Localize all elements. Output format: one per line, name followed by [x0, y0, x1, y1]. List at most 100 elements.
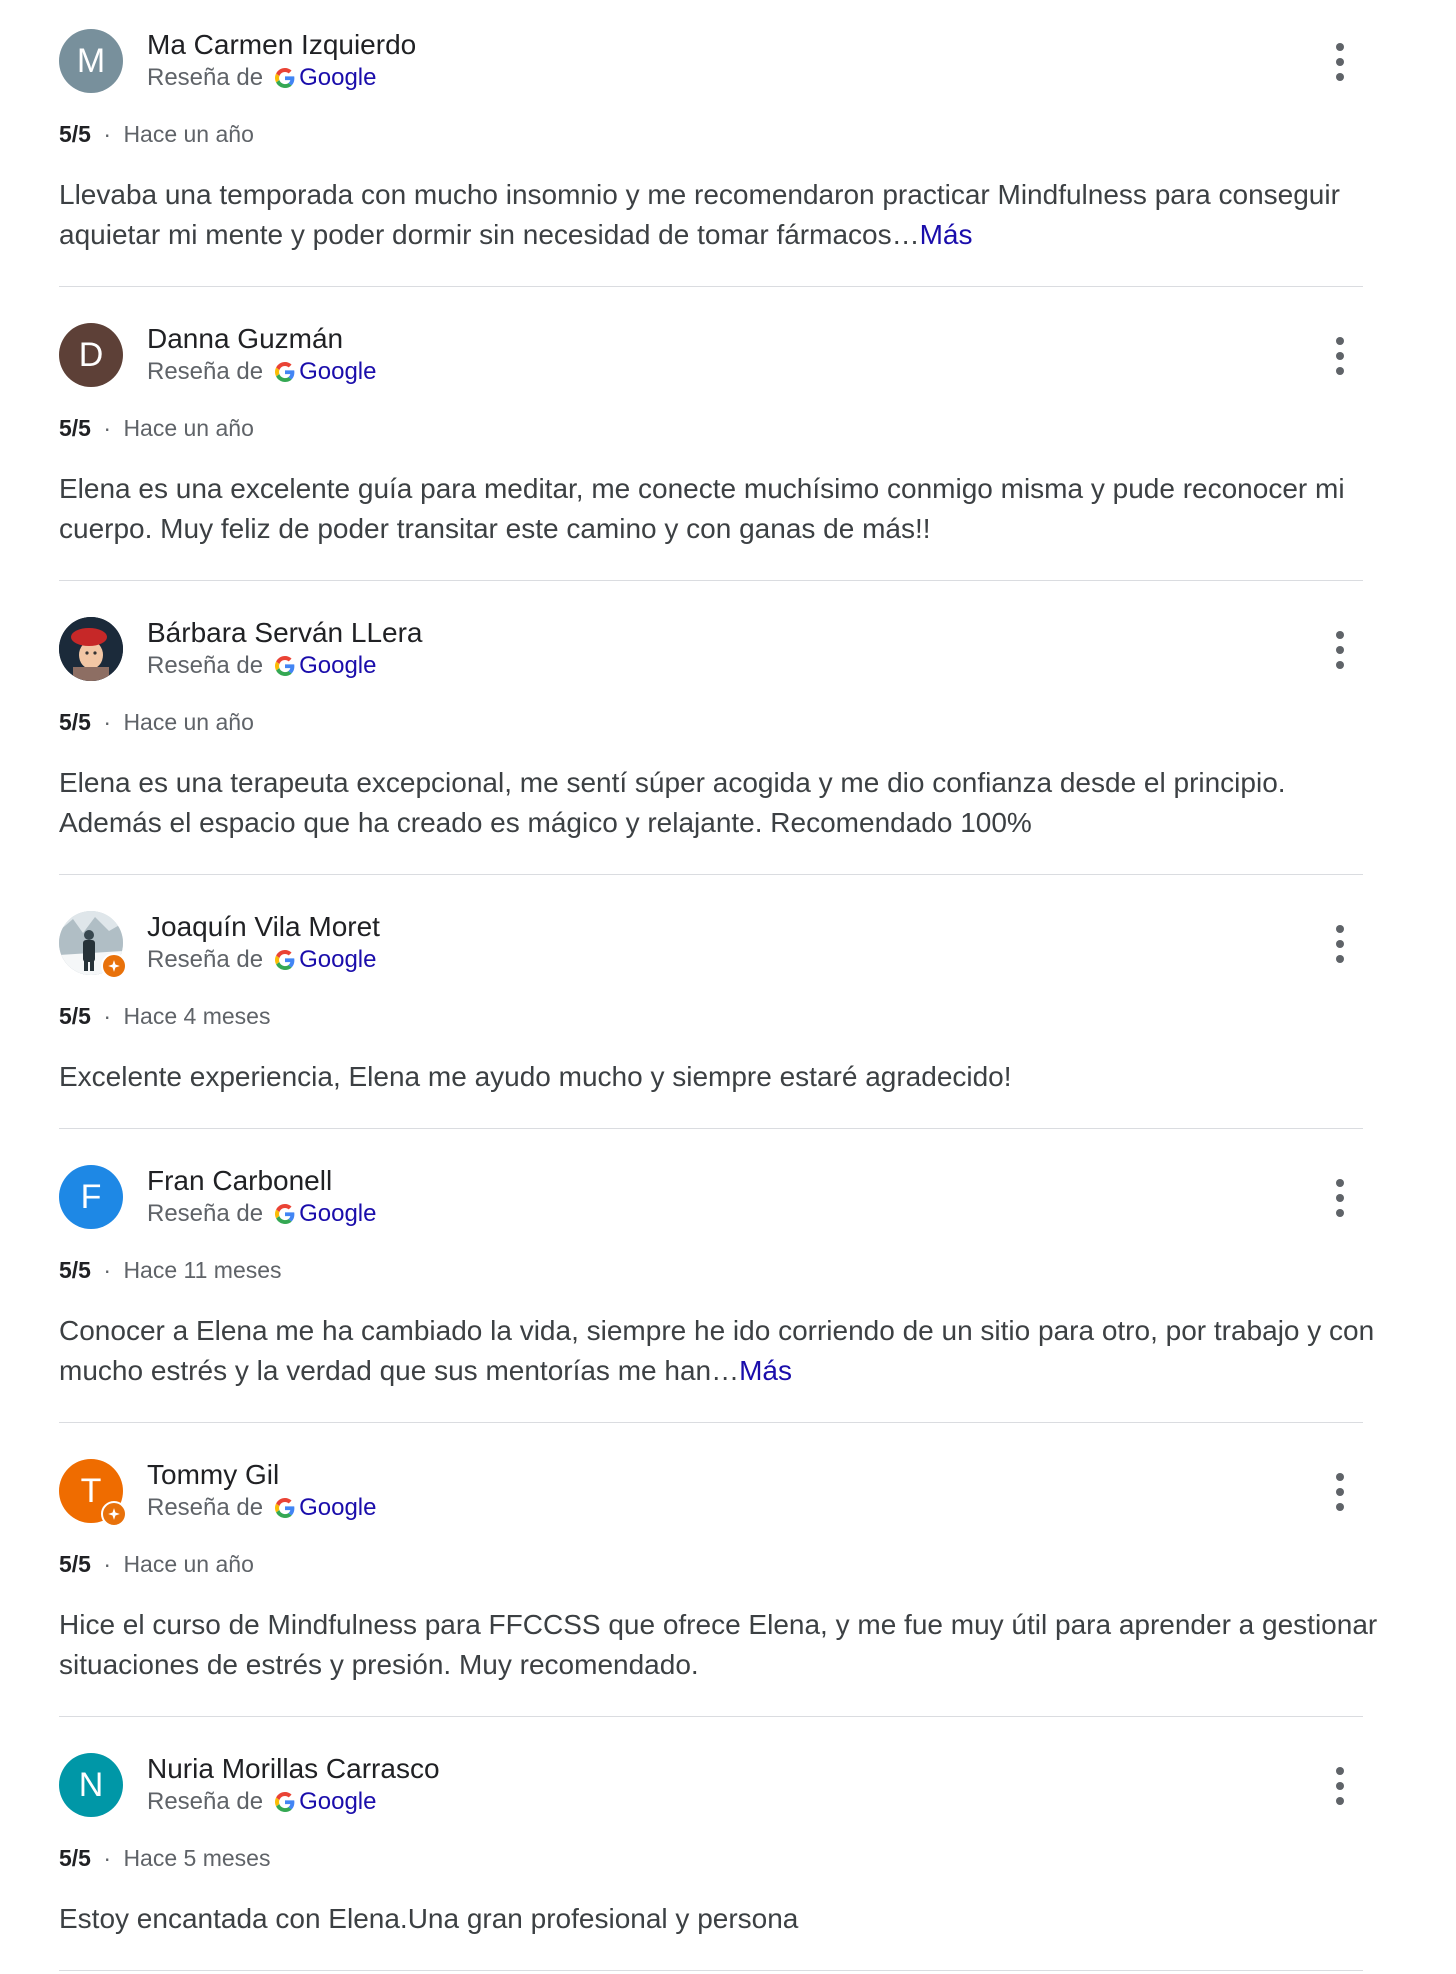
- avatar[interactable]: T: [59, 1459, 127, 1527]
- review-time: Hace 4 meses: [123, 1003, 271, 1029]
- more-options-icon[interactable]: [1322, 1472, 1358, 1512]
- source-link-google[interactable]: Google: [299, 1200, 376, 1228]
- review-source: Reseña de Google: [147, 1788, 376, 1816]
- avatar-photo[interactable]: [59, 911, 127, 979]
- avatar-letter: F: [80, 1178, 102, 1216]
- reviewer-name[interactable]: Ma Carmen Izquierdo: [147, 29, 416, 61]
- source-label: Reseña de: [147, 652, 264, 679]
- source-link-google[interactable]: Google: [299, 1494, 376, 1522]
- source-link-google[interactable]: Google: [299, 64, 376, 92]
- review-time: Hace 11 meses: [123, 1257, 282, 1283]
- review-time: Hace un año: [123, 709, 254, 735]
- rating-score: 5/5: [59, 1003, 91, 1029]
- separator-dot: ·: [103, 709, 112, 735]
- review-text: Conocer a Elena me ha cambiado la vida, …: [59, 1311, 1379, 1391]
- more-options-icon[interactable]: [1322, 336, 1358, 376]
- more-options-icon[interactable]: [1322, 924, 1358, 964]
- review-text: Estoy encantada con Elena.Una gran profe…: [59, 1899, 1379, 1939]
- avatar[interactable]: F: [59, 1165, 123, 1229]
- avatar-letter: M: [76, 42, 106, 80]
- review-divider: [59, 1128, 1363, 1129]
- reviewer-name[interactable]: Fran Carbonell: [147, 1165, 332, 1197]
- review-text: Elena es una excelente guía para meditar…: [59, 469, 1379, 549]
- review-body: Estoy encantada con Elena.Una gran profe…: [59, 1903, 799, 1934]
- separator-dot: ·: [103, 415, 112, 441]
- rating-row: 5/5 · Hace un año: [59, 1551, 254, 1578]
- separator-dot: ·: [103, 1845, 112, 1871]
- review-text: Elena es una terapeuta excepcional, me s…: [59, 763, 1379, 843]
- rating-row: 5/5 · Hace 4 meses: [59, 1003, 270, 1030]
- review-source: Reseña de Google: [147, 1494, 376, 1522]
- source-link-google[interactable]: Google: [299, 946, 376, 974]
- more-options-icon[interactable]: [1322, 1766, 1358, 1806]
- separator-dot: ·: [103, 1551, 112, 1577]
- reviews-list: M Ma Carmen Izquierdo Reseña de Google 5…: [0, 0, 1456, 1974]
- rating-row: 5/5 · Hace 11 meses: [59, 1257, 282, 1284]
- avatar-photo[interactable]: [59, 617, 123, 681]
- reviewer-name[interactable]: Danna Guzmán: [147, 323, 343, 355]
- review-divider: [59, 286, 1363, 287]
- review-time: Hace un año: [123, 121, 254, 147]
- reviewer-name[interactable]: Joaquín Vila Moret: [147, 911, 380, 943]
- source-label: Reseña de: [147, 64, 264, 91]
- separator-dot: ·: [103, 1003, 112, 1029]
- source-label: Reseña de: [147, 1788, 264, 1815]
- source-label: Reseña de: [147, 1200, 264, 1227]
- rating-row: 5/5 · Hace un año: [59, 415, 254, 442]
- review-body: Elena es una terapeuta excepcional, me s…: [59, 767, 1286, 838]
- review-source: Reseña de Google: [147, 358, 376, 386]
- rating-score: 5/5: [59, 415, 91, 441]
- google-g-icon: [275, 1792, 295, 1812]
- review-divider: [59, 1970, 1363, 1971]
- local-guide-badge-icon: [101, 953, 127, 979]
- more-link[interactable]: Más: [920, 219, 973, 250]
- google-g-icon: [275, 1498, 295, 1518]
- reviewer-name[interactable]: Tommy Gil: [147, 1459, 279, 1491]
- more-options-icon[interactable]: [1322, 42, 1358, 82]
- review-source: Reseña de Google: [147, 64, 376, 92]
- reviewer-name[interactable]: Nuria Morillas Carrasco: [147, 1753, 440, 1785]
- avatar[interactable]: N: [59, 1753, 123, 1817]
- review-body: Hice el curso de Mindfulness para FFCCSS…: [59, 1609, 1378, 1680]
- avatar-letter: D: [78, 336, 104, 374]
- separator-dot: ·: [103, 1257, 112, 1283]
- avatar[interactable]: D: [59, 323, 123, 387]
- source-link-google[interactable]: Google: [299, 358, 376, 386]
- reviewer-name[interactable]: Bárbara Serván LLera: [147, 617, 423, 649]
- separator-dot: ·: [103, 121, 112, 147]
- review-divider: [59, 874, 1363, 875]
- avatar[interactable]: M: [59, 29, 123, 93]
- review-time: Hace un año: [123, 415, 254, 441]
- review-divider: [59, 1716, 1363, 1717]
- google-g-icon: [275, 656, 295, 676]
- source-link-google[interactable]: Google: [299, 1788, 376, 1816]
- avatar-letter: T: [80, 1472, 102, 1510]
- review-divider: [59, 1422, 1363, 1423]
- google-g-icon: [275, 362, 295, 382]
- review-body: Llevaba una temporada con mucho insomnio…: [59, 179, 1340, 250]
- review-body: Conocer a Elena me ha cambiado la vida, …: [59, 1315, 1375, 1386]
- rating-score: 5/5: [59, 1257, 91, 1283]
- google-g-icon: [275, 68, 295, 88]
- rating-row: 5/5 · Hace un año: [59, 121, 254, 148]
- review-body: Excelente experiencia, Elena me ayudo mu…: [59, 1061, 1012, 1092]
- source-link-google[interactable]: Google: [299, 652, 376, 680]
- rating-score: 5/5: [59, 1845, 91, 1871]
- review-source: Reseña de Google: [147, 1200, 376, 1228]
- more-link[interactable]: Más: [739, 1355, 792, 1386]
- review-source: Reseña de Google: [147, 946, 376, 974]
- review-time: Hace un año: [123, 1551, 254, 1577]
- avatar-letter: N: [78, 1766, 104, 1804]
- review-text: Hice el curso de Mindfulness para FFCCSS…: [59, 1605, 1379, 1685]
- review-text: Excelente experiencia, Elena me ayudo mu…: [59, 1057, 1379, 1097]
- google-g-icon: [275, 1204, 295, 1224]
- more-options-icon[interactable]: [1322, 1178, 1358, 1218]
- source-label: Reseña de: [147, 358, 264, 385]
- review-body: Elena es una excelente guía para meditar…: [59, 473, 1345, 544]
- review-text: Llevaba una temporada con mucho insomnio…: [59, 175, 1379, 255]
- local-guide-badge-icon: [101, 1501, 127, 1527]
- rating-row: 5/5 · Hace un año: [59, 709, 254, 736]
- rating-row: 5/5 · Hace 5 meses: [59, 1845, 270, 1872]
- more-options-icon[interactable]: [1322, 630, 1358, 670]
- review-divider: [59, 580, 1363, 581]
